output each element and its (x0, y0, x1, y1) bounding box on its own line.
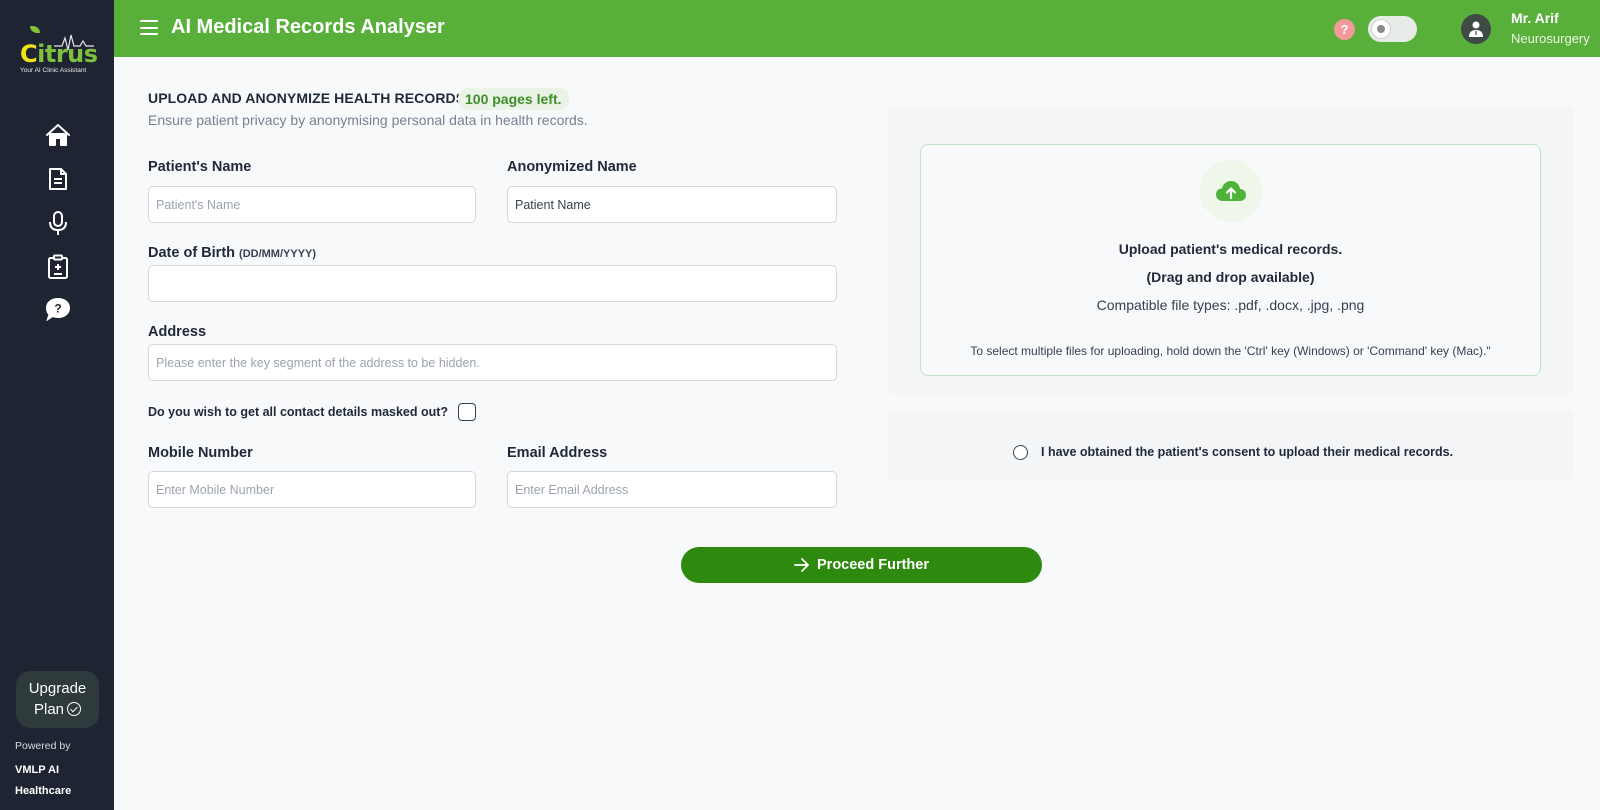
page-title: UPLOAD AND ANONYMIZE HEALTH RECORDS (148, 90, 466, 106)
nav-help[interactable]: ? (44, 295, 72, 323)
hamburger-menu-icon[interactable] (140, 20, 158, 35)
doctor-icon (1469, 21, 1483, 37)
nav-documents[interactable] (44, 165, 72, 193)
logo-wordmark: Citrus (20, 40, 98, 68)
upgrade-plan-button[interactable]: Upgrade Plan (16, 671, 99, 728)
help-icon[interactable]: ? (1334, 19, 1355, 40)
top-bar: AI Medical Records Analyser ? Mr. Arif N… (114, 0, 1600, 57)
drag-drop-note: (Drag and drop available) (1146, 269, 1315, 285)
upload-title: Upload patient's medical records. (1118, 241, 1343, 257)
upload-icon-wrap (1200, 160, 1262, 222)
mobile-label: Mobile Number (148, 445, 253, 461)
cloud-upload-icon (1216, 181, 1246, 201)
email-address-input[interactable] (507, 471, 837, 508)
email-label: Email Address (507, 445, 608, 461)
sidebar: Citrus Your AI Clinic Assistant ? Upgrad… (0, 0, 114, 810)
citrus-logo[interactable]: Citrus Your AI Clinic Assistant (18, 24, 98, 76)
mobile-number-input[interactable] (148, 471, 476, 508)
nav-voice[interactable] (44, 209, 72, 237)
consent-label[interactable]: I have obtained the patient's consent to… (1041, 445, 1453, 459)
help-chat-icon: ? (45, 297, 71, 321)
dob-format-hint: (DD/MM/YYYY) (239, 248, 317, 260)
multi-select-hint: To select multiple files for uploading, … (970, 344, 1491, 358)
proceed-label: Proceed Further (817, 557, 929, 573)
pages-left-badge: 100 pages left. (458, 88, 569, 110)
mask-contacts-checkbox[interactable] (458, 403, 476, 421)
microphone-icon (49, 211, 67, 235)
dob-label-text: Date of Birth (148, 245, 235, 261)
leaf-icon (30, 26, 40, 33)
user-department: Neurosurgery (1511, 31, 1590, 46)
clipboard-icon (48, 254, 68, 279)
toggle-knob (1372, 20, 1390, 38)
address-label: Address (148, 324, 207, 340)
anonymized-name-label: Anonymized Name (507, 159, 637, 175)
mask-contacts-question: Do you wish to get all contact details m… (148, 405, 449, 419)
logo-tagline: Your AI Clinic Assistant (20, 67, 87, 74)
plan-label: Plan (33, 701, 65, 718)
dob-label: Date of Birth (DD/MM/YYYY) (148, 245, 316, 261)
user-name[interactable]: Mr. Arif (1511, 10, 1559, 26)
page-subtitle: Ensure patient privacy by anonymising pe… (148, 112, 588, 128)
doctor-avatar[interactable] (1461, 14, 1491, 44)
theme-toggle[interactable] (1368, 16, 1417, 42)
nav-reports[interactable] (44, 253, 72, 281)
patient-name-input[interactable] (148, 186, 476, 223)
powered-by-name: VMLP AI Healthcare (15, 764, 72, 797)
dob-input[interactable] (148, 265, 837, 302)
upgrade-label: Upgrade (28, 680, 87, 697)
powered-by-label: Powered by (15, 740, 71, 752)
nav-home[interactable] (44, 121, 72, 149)
arrow-right-icon (794, 558, 809, 572)
address-input[interactable] (148, 344, 837, 381)
patient-name-label: Patient's Name (148, 159, 252, 175)
app-title: AI Medical Records Analyser (171, 16, 445, 38)
consent-radio[interactable] (1013, 445, 1028, 460)
check-circle-icon (67, 702, 82, 716)
home-icon (46, 124, 70, 146)
compatible-file-types: Compatible file types: .pdf, .docx, .jpg… (1096, 297, 1365, 313)
svg-text:?: ? (54, 302, 61, 316)
anonymized-name-input[interactable] (507, 186, 837, 223)
proceed-further-button[interactable]: Proceed Further (681, 547, 1042, 583)
document-icon (49, 168, 67, 190)
